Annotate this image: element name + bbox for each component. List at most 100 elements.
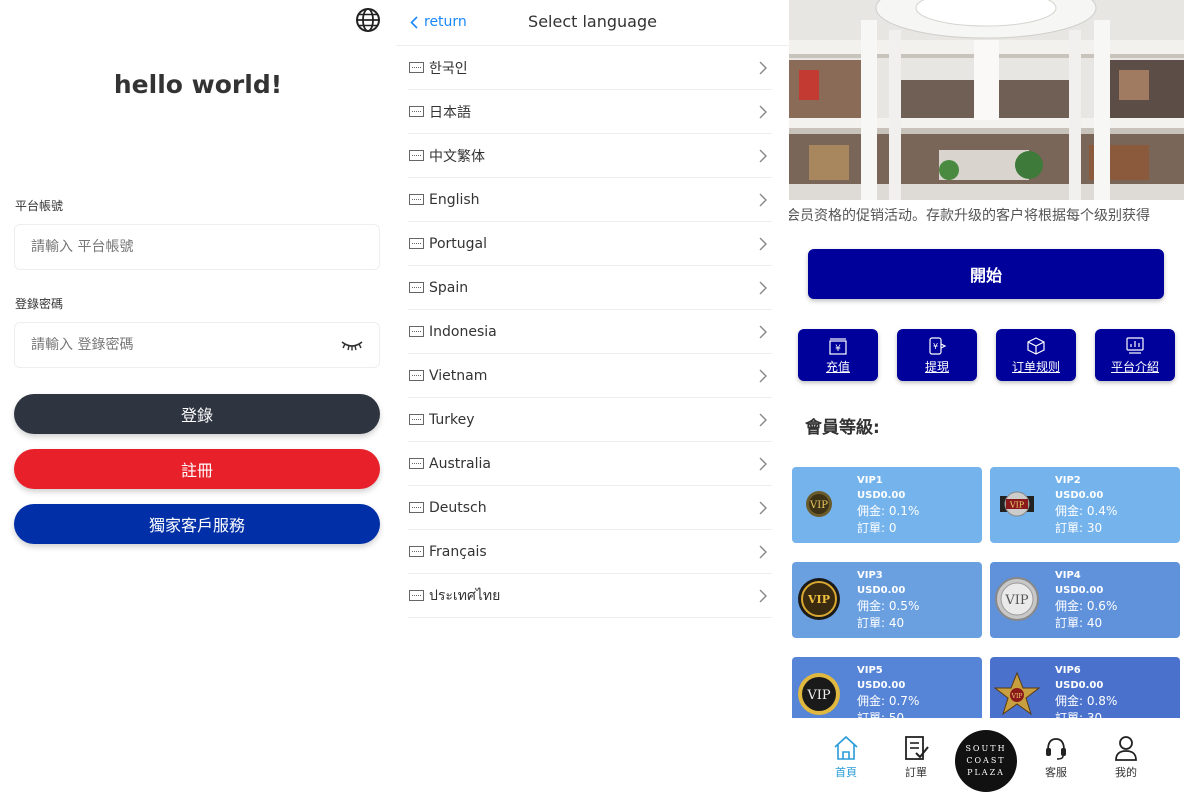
chevron-right-icon (759, 237, 767, 250)
vip-commission: 佣金: 0.7% (857, 694, 920, 708)
vip-level: VIP2 (1055, 475, 1081, 486)
vip-card[interactable]: VIP VIP2 USD0.00 佣金: 0.4% 訂單: 30 (990, 467, 1180, 543)
chevron-right-icon (759, 501, 767, 514)
language-item[interactable]: 한국인 (408, 46, 772, 90)
page-title: hello world! (113, 70, 283, 99)
language-item[interactable]: 日本語 (408, 90, 772, 134)
language-name: 한국인 (429, 60, 468, 77)
vip-card[interactable]: VIP VIP4 USD0.00 佣金: 0.6% 訂單: 40 (990, 562, 1180, 638)
vip-card[interactable]: VIP VIP3 USD0.00 佣金: 0.5% 訂單: 40 (792, 562, 982, 638)
flag-icon (409, 546, 424, 557)
language-item[interactable]: Indonesia (408, 310, 772, 354)
vip-level: VIP1 (857, 475, 883, 486)
language-name: 中文繁体 (429, 148, 485, 165)
language-item[interactable]: English (408, 178, 772, 222)
deposit-label: 充值 (825, 360, 850, 374)
vip-commission: 佣金: 0.1% (857, 504, 920, 518)
login-panel: hello world! 平台帳號 登錄密碼 登錄 註冊 獨家客戶服務 (0, 0, 396, 800)
vip-commission: 佣金: 0.4% (1055, 504, 1118, 518)
tab-orders[interactable]: 訂單 (886, 734, 946, 780)
user-icon (1115, 736, 1137, 761)
order-rules-label: 订单规则 (1011, 360, 1060, 374)
account-label: 平台帳號 (15, 199, 64, 213)
return-label: return (424, 14, 467, 30)
vip-card[interactable]: VIP VIP1 USD0.00 佣金: 0.1% 訂單: 0 (792, 467, 982, 543)
account-field[interactable] (14, 224, 380, 270)
language-item[interactable]: Australia (408, 442, 772, 486)
customer-service-button[interactable]: 獨家客戶服務 (14, 504, 380, 544)
language-name: English (429, 191, 480, 208)
deposit-button[interactable]: ¥ 充值 (798, 329, 878, 381)
language-item[interactable]: ประเทศไทย (408, 574, 772, 618)
vip-info: VIP3 USD0.00 佣金: 0.5% 訂單: 40 (857, 568, 919, 632)
orders-icon (905, 736, 929, 760)
vip-balance: USD0.00 (857, 585, 906, 596)
tab-orders-label: 訂單 (905, 766, 927, 779)
deposit-icon: ¥ (829, 338, 847, 355)
flag-icon (409, 238, 424, 249)
register-button[interactable]: 註冊 (14, 449, 380, 489)
language-name: Australia (429, 455, 491, 472)
platform-intro-icon (1126, 337, 1144, 354)
withdraw-button[interactable]: ¥ 提現 (897, 329, 977, 381)
platform-intro-button[interactable]: 平台介紹 (1095, 329, 1175, 381)
language-item[interactable]: Spain (408, 266, 772, 310)
globe-icon[interactable] (355, 7, 381, 33)
language-item[interactable]: Portugal (408, 222, 772, 266)
language-name: Français (429, 543, 487, 560)
login-button[interactable]: 登錄 (14, 394, 380, 434)
svg-text:VIP: VIP (1011, 693, 1023, 700)
vip-commission: 佣金: 0.8% (1055, 694, 1118, 708)
language-item[interactable]: Français (408, 530, 772, 574)
vip-balance: USD0.00 (1055, 680, 1104, 691)
language-item[interactable]: Turkey (408, 398, 772, 442)
vip-balance: USD0.00 (857, 680, 906, 691)
chevron-right-icon (759, 281, 767, 294)
chevron-right-icon (759, 457, 767, 470)
tab-service[interactable]: 客服 (1026, 734, 1086, 780)
vip-level: VIP5 (857, 665, 883, 676)
flag-icon (409, 106, 424, 117)
vip-orders: 訂單: 30 (1055, 521, 1103, 535)
chevron-right-icon (759, 193, 767, 206)
vip-level: VIP6 (1055, 665, 1081, 676)
account-input[interactable] (31, 239, 331, 255)
password-field[interactable] (14, 322, 380, 368)
vip-badge-icon: VIP (994, 671, 1040, 716)
chevron-right-icon (759, 369, 767, 382)
password-input[interactable] (31, 337, 331, 353)
svg-text:VIP: VIP (1009, 501, 1025, 510)
language-name: Portugal (429, 235, 487, 252)
language-name: ประเทศไทย (429, 587, 501, 604)
flag-icon (409, 370, 424, 381)
start-button[interactable]: 開始 (808, 249, 1164, 299)
logo-line-3: PLAZA (967, 768, 1005, 777)
tab-home[interactable]: 首頁 (816, 734, 876, 780)
language-item[interactable]: 中文繁体 (408, 134, 772, 178)
svg-text:VIP: VIP (806, 688, 831, 703)
vip-balance: USD0.00 (857, 490, 906, 501)
order-rules-button[interactable]: 订单规则 (996, 329, 1076, 381)
chevron-left-icon (410, 15, 418, 29)
order-rules-icon (1027, 337, 1045, 355)
return-button[interactable]: return (410, 14, 467, 30)
logo-line-1: SOUTH (965, 744, 1007, 753)
tab-service-label: 客服 (1045, 766, 1067, 779)
withdraw-icon: ¥ (929, 337, 947, 355)
vip-badge-icon: VIP (798, 673, 840, 715)
tab-profile[interactable]: 我的 (1096, 734, 1156, 780)
flag-icon (409, 502, 424, 513)
chevron-right-icon (759, 545, 767, 558)
eye-closed-icon[interactable] (341, 339, 363, 351)
withdraw-label: 提現 (924, 360, 949, 374)
platform-intro-label: 平台介紹 (1110, 360, 1159, 374)
south-coast-plaza-logo[interactable]: SOUTH COAST PLAZA (955, 730, 1017, 792)
language-name: Spain (429, 279, 469, 296)
vip-commission: 佣金: 0.6% (1055, 599, 1118, 613)
svg-text:VIP: VIP (807, 593, 830, 606)
chevron-right-icon (759, 61, 767, 74)
language-item[interactable]: Vietnam (408, 354, 772, 398)
vip-info: VIP4 USD0.00 佣金: 0.6% 訂單: 40 (1055, 568, 1117, 632)
language-item[interactable]: Deutsch (408, 486, 772, 530)
flag-icon (409, 590, 424, 601)
